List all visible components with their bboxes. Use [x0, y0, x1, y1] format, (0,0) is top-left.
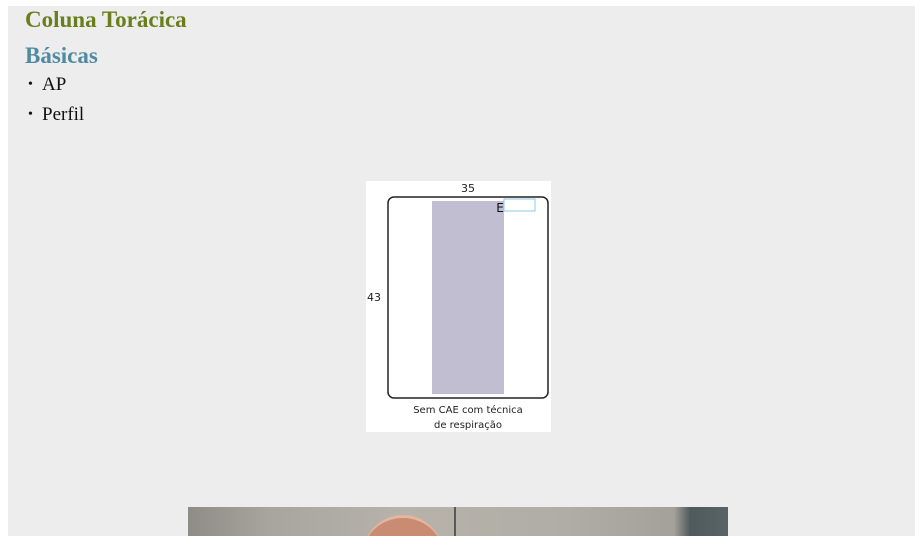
photo-subject [363, 515, 443, 536]
positioning-photo [188, 507, 728, 536]
caption-line-1: Sem CAE com técnica [413, 404, 523, 416]
cassette-width-label: 35 [461, 182, 475, 195]
bullet-icon: • [28, 77, 33, 92]
section-title: Básicas [25, 43, 98, 68]
list-item-label: AP [42, 74, 67, 95]
page-title: Coluna Torácica [25, 7, 187, 32]
exposure-field [432, 201, 504, 394]
list-item-label: Perfil [42, 104, 85, 125]
cassette-height-label: 43 [367, 291, 381, 304]
projection-list: • AP • Perfil [28, 72, 84, 132]
bullet-icon: • [28, 107, 33, 122]
list-item: • Perfil [28, 102, 84, 132]
list-item: • AP [28, 72, 84, 102]
cassette-diagram: 35 43 E Sem CAE com técnica de respiraçã… [366, 181, 551, 432]
caption-line-2: de respiração [434, 420, 502, 431]
side-marker-label: E [496, 201, 504, 215]
document-page: Coluna Torácica Básicas • AP • Perfil 35 4… [8, 6, 915, 536]
photo-detail [454, 507, 456, 536]
